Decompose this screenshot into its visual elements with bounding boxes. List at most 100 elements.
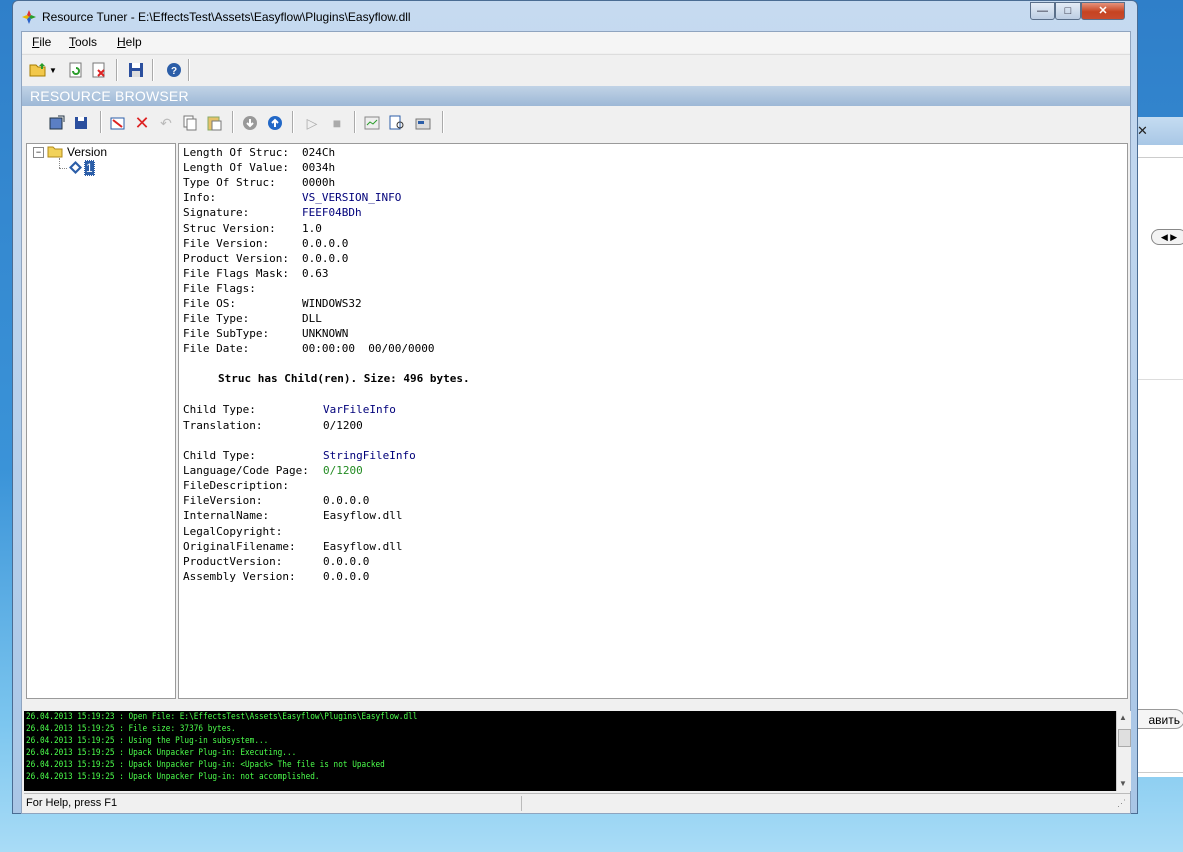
log-output: 26.04.2013 15:19:23 : Open File: E:\Effe… — [24, 711, 1116, 791]
close-button[interactable]: ✕ — [1081, 2, 1125, 20]
menu-bar: File Tools Help — [22, 32, 1130, 53]
minimize-button[interactable]: — — [1030, 2, 1055, 20]
close-file-icon[interactable] — [89, 60, 109, 80]
edit-resource-icon[interactable] — [108, 113, 128, 133]
toolbar-separator — [100, 111, 102, 133]
toolbar-separator — [292, 111, 294, 133]
copy-icon[interactable] — [180, 113, 200, 133]
move-up-icon[interactable] — [265, 113, 285, 133]
open-folder-icon[interactable] — [28, 60, 48, 80]
collapse-icon[interactable]: − — [33, 147, 44, 158]
window-title: Resource Tuner - E:\EffectsTest\Assets\E… — [42, 10, 411, 24]
menu-help[interactable]: Help — [117, 35, 142, 49]
string-file-info-field-label: InternalName: — [183, 509, 270, 523]
version-resource-icon — [69, 161, 82, 174]
version-field-label: File Flags Mask: — [183, 266, 289, 280]
folder-open-icon — [47, 146, 63, 158]
resource-tree[interactable]: − Version 1 — [26, 143, 176, 699]
scroll-up-icon[interactable]: ▲ — [1119, 713, 1127, 722]
resize-grip-icon[interactable]: ⋰ — [1117, 798, 1126, 809]
version-field-value: 024Ch — [302, 146, 336, 159]
log-scrollbar[interactable]: ▲ ▼ — [1116, 711, 1131, 791]
help-icon[interactable]: ? — [164, 60, 184, 80]
title-bar[interactable]: Resource Tuner - E:\EffectsTest\Assets\E… — [13, 1, 1137, 31]
status-divider — [521, 796, 522, 811]
version-field-label: Signature: — [183, 206, 250, 220]
search-resource-icon[interactable] — [387, 113, 407, 133]
main-toolbar: ▼ ? — [22, 54, 1130, 87]
string-file-info-field-value: Easyflow.dll — [323, 509, 403, 523]
var-file-info-field-value: 0/1200 — [323, 418, 363, 432]
string-file-info-field-label: LegalCopyright: — [183, 524, 283, 538]
version-field-label: Length Of Struc: — [183, 146, 289, 159]
log-line: 26.04.2013 15:19:25 : Upack Unpacker Plu… — [26, 772, 320, 782]
version-field-value: UNKNOWN — [302, 327, 349, 341]
resource-browser-header: RESOURCE BROWSER — [22, 86, 1130, 106]
background-nav-arrows[interactable]: ◀ ▶ — [1151, 229, 1183, 245]
reload-icon[interactable] — [66, 60, 86, 80]
version-field-value: 0.0.0.0 — [302, 236, 349, 250]
status-bar: For Help, press F1 ⋰ — [24, 793, 1130, 813]
version-field-value: 00:00:00 00/00/0000 — [302, 342, 435, 356]
version-field-value: VS_VERSION_INFO — [302, 191, 402, 205]
play-icon[interactable]: ▷ — [302, 113, 322, 133]
paste-icon[interactable] — [204, 113, 224, 133]
toolbar-separator — [442, 111, 444, 133]
stop-icon[interactable]: ■ — [327, 113, 347, 133]
log-line: 26.04.2013 15:19:25 : File size: 37376 b… — [26, 724, 236, 734]
version-field-value: 0.63 — [302, 266, 329, 280]
string-file-info-field-value: 0.0.0.0 — [323, 554, 370, 568]
toolbar-separator — [116, 59, 118, 81]
export-icon[interactable] — [47, 113, 67, 133]
menu-file[interactable]: File — [32, 35, 51, 49]
scroll-thumb[interactable] — [1118, 729, 1131, 747]
string-file-info-field-value: 0.0.0.0 — [323, 569, 370, 583]
save-icon[interactable] — [126, 60, 146, 80]
string-file-info-field-value: StringFileInfo — [323, 449, 416, 462]
string-file-info-field-label: FileDescription: — [183, 479, 289, 493]
version-field-value: 0000h — [302, 176, 336, 190]
toolbar-separator — [152, 59, 154, 81]
version-field-value: WINDOWS32 — [302, 297, 362, 310]
chevron-down-icon[interactable]: ▼ — [48, 60, 58, 80]
tree-line — [59, 168, 67, 169]
version-field-label: File Flags: — [183, 281, 256, 295]
string-file-info-field-label: Language/Code Page: — [183, 464, 309, 478]
save-resource-icon[interactable] — [71, 113, 91, 133]
maximize-button[interactable]: □ — [1055, 2, 1081, 20]
tree-item-version[interactable]: Version — [67, 145, 107, 159]
version-field-value: 0034h — [302, 161, 336, 175]
string-file-info-field-value: 0/1200 — [323, 464, 363, 478]
log-line: 26.04.2013 15:19:23 : Open File: E:\Effe… — [26, 712, 418, 722]
version-field-value: 0.0.0.0 — [302, 251, 349, 265]
main-window: Resource Tuner - E:\EffectsTest\Assets\E… — [12, 0, 1138, 814]
string-file-info-field-label: OriginalFilename: — [183, 539, 296, 553]
string-file-info-field-value: 0.0.0.0 — [323, 494, 370, 508]
string-file-info-field-label: Child Type: — [183, 449, 256, 462]
version-field-label: Product Version: — [183, 251, 289, 265]
log-line: 26.04.2013 15:19:25 : Upack Unpacker Plu… — [26, 760, 385, 770]
toolbar-separator — [188, 59, 190, 81]
tree-line — [59, 158, 61, 168]
scroll-down-icon[interactable]: ▼ — [1119, 779, 1127, 788]
var-file-info-field-value: VarFileInfo — [323, 403, 396, 416]
resource-toolbar: ✕ ↶ ▷ ■ — [22, 107, 1130, 140]
version-field-label: Type Of Struc: — [183, 176, 276, 190]
version-field-label: File SubType: — [183, 327, 270, 341]
version-field-value: DLL — [302, 312, 322, 326]
undo-icon[interactable]: ↶ — [156, 113, 176, 133]
properties-icon[interactable] — [413, 113, 433, 133]
version-field-label: File Type: — [183, 312, 250, 326]
version-field-value: 1.0 — [302, 221, 322, 235]
string-file-info-field-label: ProductVersion: — [183, 554, 283, 568]
var-file-info-field-label: Translation: — [183, 418, 263, 432]
menu-tools[interactable]: Tools — [69, 35, 97, 49]
move-down-icon[interactable] — [240, 113, 260, 133]
log-line: 26.04.2013 15:19:25 : Using the Plug-in … — [26, 736, 269, 746]
string-file-info-field-label: FileVersion: — [183, 494, 263, 508]
tree-item-1[interactable]: 1 — [84, 160, 95, 176]
delete-icon[interactable]: ✕ — [132, 113, 152, 133]
version-field-label: File OS: — [183, 297, 236, 310]
dialog-preview-icon[interactable] — [362, 113, 382, 133]
background-close-icon[interactable]: ✕ — [1137, 123, 1148, 139]
